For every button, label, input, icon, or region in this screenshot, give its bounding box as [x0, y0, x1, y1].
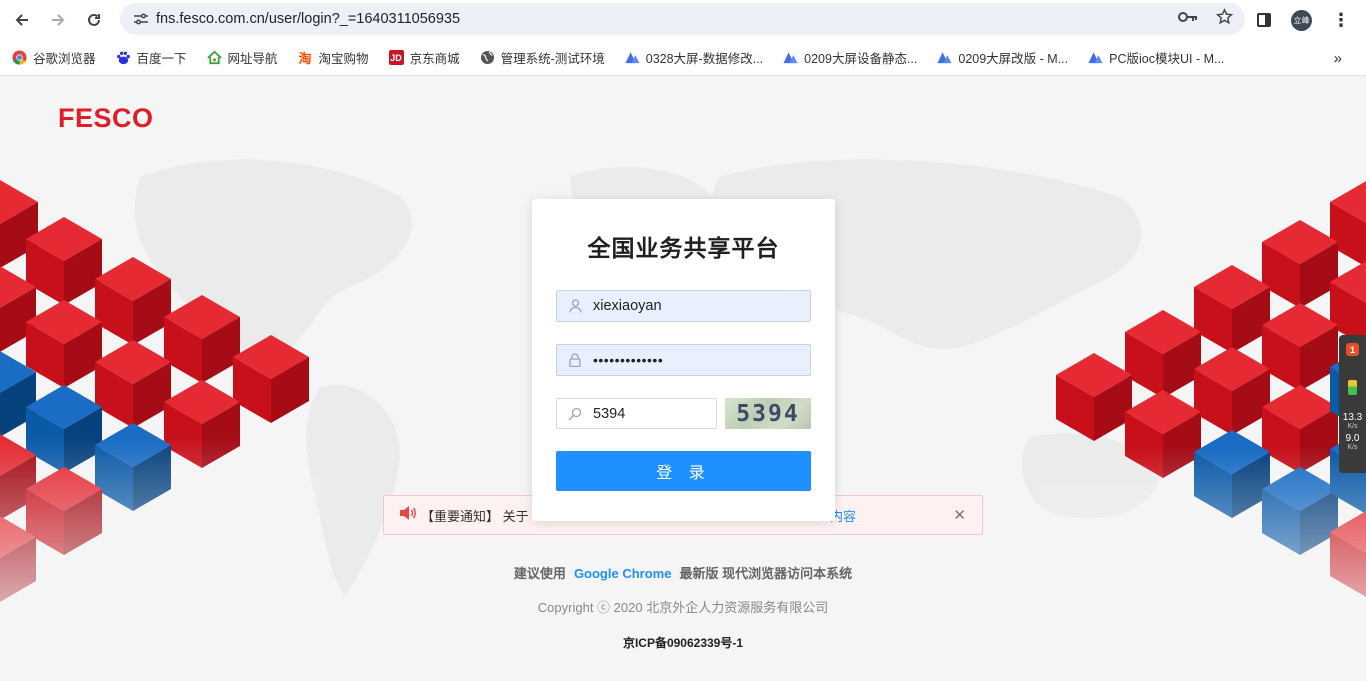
recommend-after: 最新版 现代浏览器访问本系统	[679, 566, 853, 581]
lanhu-icon	[625, 50, 640, 65]
captcha-value: 5394	[593, 405, 626, 422]
url-text: fns.fesco.com.cn/user/login?_=1640311056…	[156, 11, 461, 27]
bookmark-label: 0328大屏-数据修改...	[645, 52, 764, 66]
bookmarks-overflow-icon[interactable]: »	[1334, 40, 1342, 76]
back-button[interactable]	[4, 2, 40, 38]
login-card: 全国业务共享平台 xiexiaoyan ••••••••••••• 5394 5…	[532, 199, 835, 521]
recommend-before: 建议使用	[513, 566, 566, 581]
password-field[interactable]: •••••••••••••	[556, 344, 811, 376]
notification-badge: 1	[1346, 343, 1359, 356]
bookmark-item[interactable]: 淘 淘宝购物	[298, 48, 369, 67]
bookmark-item[interactable]: 0209大屏改版 - M...	[937, 48, 1068, 67]
jd-icon: JD	[388, 50, 404, 65]
browser-recommendation: 建议使用 Google Chrome 最新版 现代浏览器访问本系统	[0, 563, 1366, 582]
bookmark-item[interactable]: JD 京东商城	[388, 48, 460, 67]
baidu-icon	[116, 50, 131, 65]
battery-icon	[1348, 380, 1357, 395]
address-bar[interactable]: fns.fesco.com.cn/user/login?_=1640311056…	[120, 3, 1245, 35]
bookmark-item[interactable]: 网址导航	[206, 48, 278, 67]
bookmark-label: 管理系统-测试环境	[500, 52, 605, 66]
captcha-input[interactable]: 5394	[556, 398, 717, 429]
arrow-right-icon	[52, 14, 65, 26]
login-title: 全国业务共享平台	[587, 235, 780, 261]
reload-button[interactable]	[76, 2, 112, 38]
home-icon	[206, 50, 222, 65]
lanhu-icon	[937, 50, 952, 65]
bookmark-item[interactable]: 0328大屏-数据修改...	[625, 48, 763, 67]
bookmark-label: 0209大屏设备静态...	[804, 52, 918, 66]
search-icon	[557, 407, 593, 421]
chrome-download-link[interactable]: Google Chrome	[574, 566, 672, 581]
bookmark-star-icon[interactable]	[1215, 8, 1234, 30]
taobao-icon: 淘	[298, 51, 312, 66]
bookmark-item[interactable]: 谷歌浏览器	[12, 48, 96, 67]
forward-button[interactable]	[40, 2, 76, 38]
notice-text: 【重要通知】 关于	[421, 508, 529, 524]
globe-icon	[480, 50, 495, 65]
bookmark-label: 京东商城	[409, 52, 460, 66]
bookmark-label: PC版ioc模块UI - M...	[1109, 52, 1225, 66]
bookmark-item[interactable]: PC版ioc模块UI - M...	[1088, 48, 1224, 67]
browser-toolbar: fns.fesco.com.cn/user/login?_=1640311056…	[0, 0, 1366, 40]
fesco-logo[interactable]: FESCO	[58, 103, 154, 134]
username-value: xiexiaoyan	[593, 298, 662, 314]
upload-speed: 13.3	[1342, 412, 1363, 423]
download-unit: K/s	[1347, 444, 1358, 451]
more-menu-icon[interactable]: ⋮	[1332, 10, 1350, 31]
profile-avatar[interactable]: 立峰	[1291, 9, 1312, 31]
lanhu-icon	[1088, 50, 1103, 65]
download-speed: 9.0	[1345, 433, 1360, 444]
user-icon	[557, 299, 593, 313]
bookmark-item[interactable]: 管理系统-测试环境	[480, 48, 605, 67]
bookmark-label: 淘宝购物	[318, 52, 369, 66]
lock-icon	[557, 353, 593, 367]
reload-icon	[88, 13, 100, 26]
username-field[interactable]: xiexiaoyan	[556, 290, 811, 322]
speaker-icon	[399, 505, 417, 526]
password-value: •••••••••••••	[593, 352, 664, 368]
bookmark-label: 百度一下	[136, 52, 187, 66]
login-page: FESCO 【重要通知】 关于 内容 ✕ 全国业务共享平台 xiexiaoyan…	[0, 77, 1366, 681]
close-icon[interactable]: ✕	[953, 506, 966, 524]
upload-unit: K/s	[1347, 423, 1358, 430]
copyright-text: Copyright ⓒ 2020 北京外企人力资源服务有限公司	[537, 600, 829, 615]
bookmark-item[interactable]: 0209大屏设备静态...	[783, 48, 917, 67]
arrow-left-icon	[15, 14, 28, 26]
icp-link[interactable]: 京ICP备09062339号-1	[0, 634, 1366, 651]
password-key-icon[interactable]	[1178, 10, 1198, 28]
bookmark-item[interactable]: 百度一下	[116, 48, 187, 67]
bookmark-label: 0209大屏改版 - M...	[958, 52, 1069, 66]
bookmark-label: 谷歌浏览器	[33, 52, 96, 66]
chrome-icon	[12, 50, 27, 65]
captcha-image[interactable]: 5394	[725, 398, 811, 429]
site-info-icon[interactable]	[126, 12, 156, 26]
bookmarks-bar: 谷歌浏览器 百度一下 网址导航 淘 淘宝购物 JD 京东商城 管理系统-测试环境…	[0, 40, 1366, 76]
login-button[interactable]: 登 录	[556, 451, 811, 491]
side-panel-icon[interactable]	[1257, 13, 1271, 27]
network-speed-widget[interactable]: 1 13.3 K/s 9.0 K/s	[1339, 335, 1366, 473]
bookmark-label: 网址导航	[227, 52, 278, 66]
lanhu-icon	[783, 50, 798, 65]
